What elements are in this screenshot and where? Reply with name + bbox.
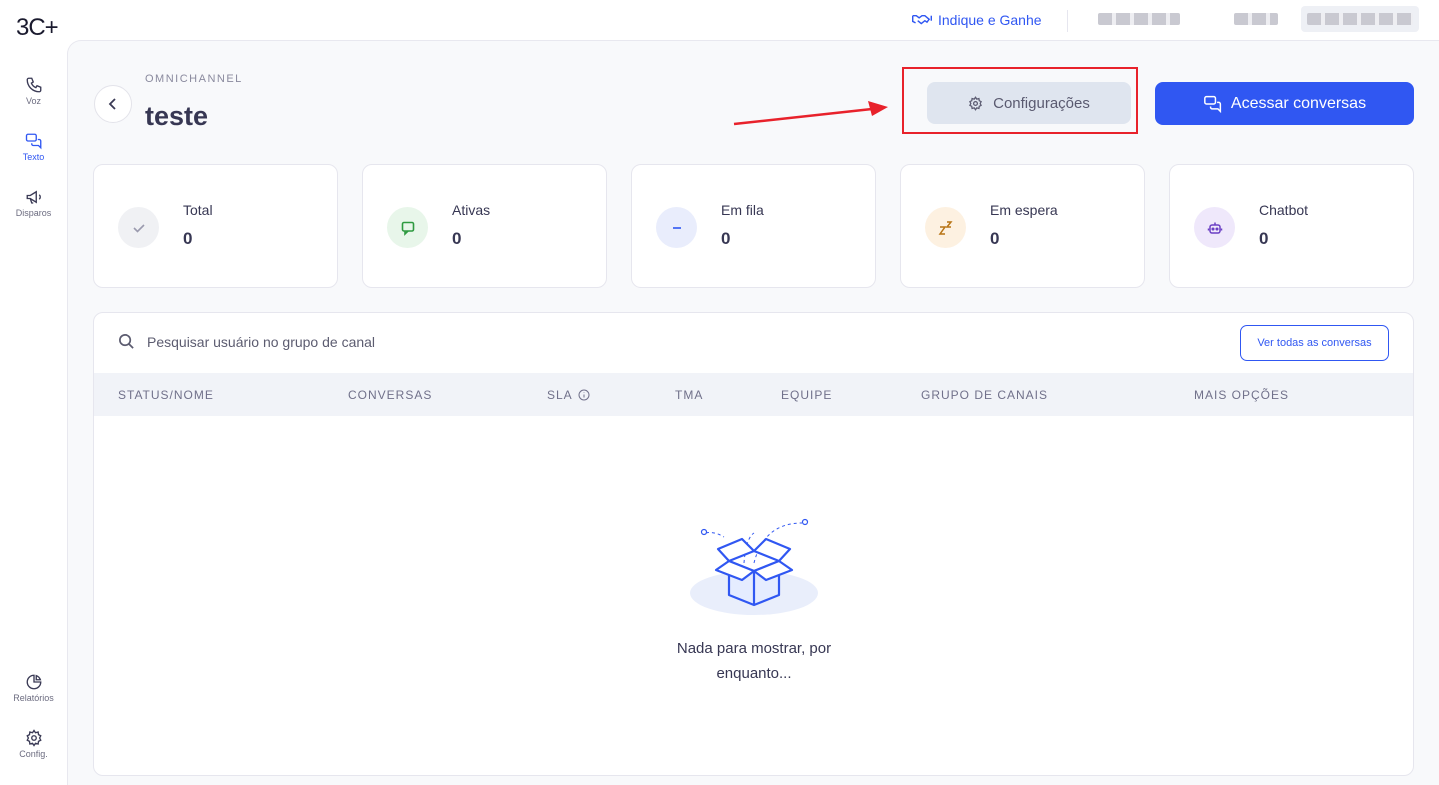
refer-link[interactable]: Indique e Ganhe	[912, 12, 1042, 28]
gear-icon	[969, 95, 983, 111]
page-eyebrow: OMNICHANNEL	[145, 73, 243, 85]
stat-card-total: Total 0	[93, 164, 338, 288]
info-icon[interactable]	[578, 389, 590, 401]
sidebar-item-voz[interactable]: Voz	[0, 76, 67, 106]
search-bar	[118, 333, 507, 350]
column-header-sla-label: SLA	[547, 388, 573, 402]
config-button[interactable]: Configurações	[927, 82, 1131, 124]
chat-icon	[1203, 95, 1222, 113]
stat-label: Em fila	[721, 202, 764, 218]
user-menu-blurred[interactable]	[1301, 6, 1419, 32]
stat-label: Em espera	[990, 202, 1058, 218]
blurred-info	[1234, 13, 1278, 25]
message-icon	[401, 221, 414, 236]
column-header-sla: SLA	[547, 388, 590, 402]
stat-card-em-fila: Em fila 0	[631, 164, 876, 288]
pie-chart-icon	[26, 674, 41, 690]
minus-icon	[672, 226, 681, 229]
stat-value: 0	[452, 229, 462, 248]
table-header: STATUS/NOME CONVERSAS SLA TMA EQUIPE GRU…	[94, 373, 1413, 416]
agents-table-panel: Ver todas as conversas STATUS/NOME CONVE…	[93, 312, 1414, 776]
column-header-status: STATUS/NOME	[118, 388, 214, 402]
view-all-conversations-button[interactable]: Ver todas as conversas	[1240, 325, 1389, 361]
sidebar-item-label: Texto	[22, 152, 45, 162]
search-icon	[119, 334, 134, 349]
chevron-left-icon	[108, 98, 116, 110]
empty-box-illustration	[690, 518, 818, 615]
main-panel: OMNICHANNEL teste Configurações Acessar …	[67, 40, 1439, 785]
sidebar: 3C+ Voz Texto Disparos Relatórios Config…	[0, 0, 67, 785]
sidebar-item-disparos[interactable]: Disparos	[0, 188, 67, 218]
stat-icon-circle	[1194, 207, 1235, 248]
sidebar-item-label: Disparos	[15, 208, 52, 218]
stat-value: 0	[721, 229, 731, 248]
sidebar-item-label: Config.	[19, 749, 48, 759]
annotation-arrow	[733, 101, 888, 126]
sidebar-item-relatorios[interactable]: Relatórios	[0, 673, 67, 703]
stat-value: 0	[183, 229, 193, 248]
stat-label: Chatbot	[1259, 202, 1309, 218]
search-input[interactable]	[147, 333, 507, 350]
sleep-icon	[938, 220, 953, 235]
stat-icon-circle	[656, 207, 697, 248]
page-title: teste	[145, 101, 209, 131]
column-header-conversas: CONVERSAS	[348, 388, 433, 402]
topbar: Indique e Ganhe	[67, 0, 1439, 40]
stat-card-em-espera: Em espera 0	[900, 164, 1145, 288]
column-header-equipe: EQUIPE	[781, 388, 833, 402]
column-header-mais-opcoes: MAIS OPÇÕES	[1194, 388, 1290, 402]
refer-label: Indique e Ganhe	[938, 12, 1042, 28]
sidebar-item-texto[interactable]: Texto	[0, 132, 67, 162]
empty-state-line-2: enquanto...	[716, 665, 792, 682]
app-logo[interactable]: 3C+	[16, 14, 59, 42]
blurred-info	[1098, 13, 1180, 25]
stat-label: Ativas	[452, 202, 491, 218]
stat-icon-circle	[387, 207, 428, 248]
chat-icon	[25, 133, 41, 150]
gear-icon	[25, 729, 42, 747]
empty-state-message: Nada para mostrar, por enquanto...	[654, 636, 854, 686]
access-label: Acessar conversas	[1230, 94, 1367, 112]
access-conversations-button[interactable]: Acessar conversas	[1155, 82, 1414, 125]
config-label: Configurações	[993, 94, 1090, 112]
stat-value: 0	[1259, 229, 1269, 248]
handshake-icon	[912, 15, 932, 25]
stat-card-chatbot: Chatbot 0	[1169, 164, 1414, 288]
megaphone-icon	[26, 190, 41, 204]
sidebar-item-config[interactable]: Config.	[0, 729, 67, 759]
sidebar-item-label: Voz	[25, 96, 41, 106]
stat-label: Total	[183, 202, 213, 218]
topbar-divider	[1067, 10, 1068, 32]
back-button[interactable]	[94, 85, 132, 123]
phone-icon	[26, 77, 41, 93]
check-icon	[132, 223, 145, 233]
stat-icon-circle	[925, 207, 966, 248]
empty-state-line-1: Nada para mostrar, por	[676, 640, 832, 657]
stat-card-ativas: Ativas 0	[362, 164, 607, 288]
blurred-user	[1307, 13, 1413, 25]
sidebar-item-label: Relatórios	[13, 693, 54, 703]
stat-icon-circle	[118, 207, 159, 248]
robot-icon	[1207, 222, 1222, 234]
stat-value: 0	[990, 229, 1000, 248]
column-header-grupo: GRUPO DE CANAIS	[921, 388, 1049, 402]
column-header-tma: TMA	[675, 388, 704, 402]
